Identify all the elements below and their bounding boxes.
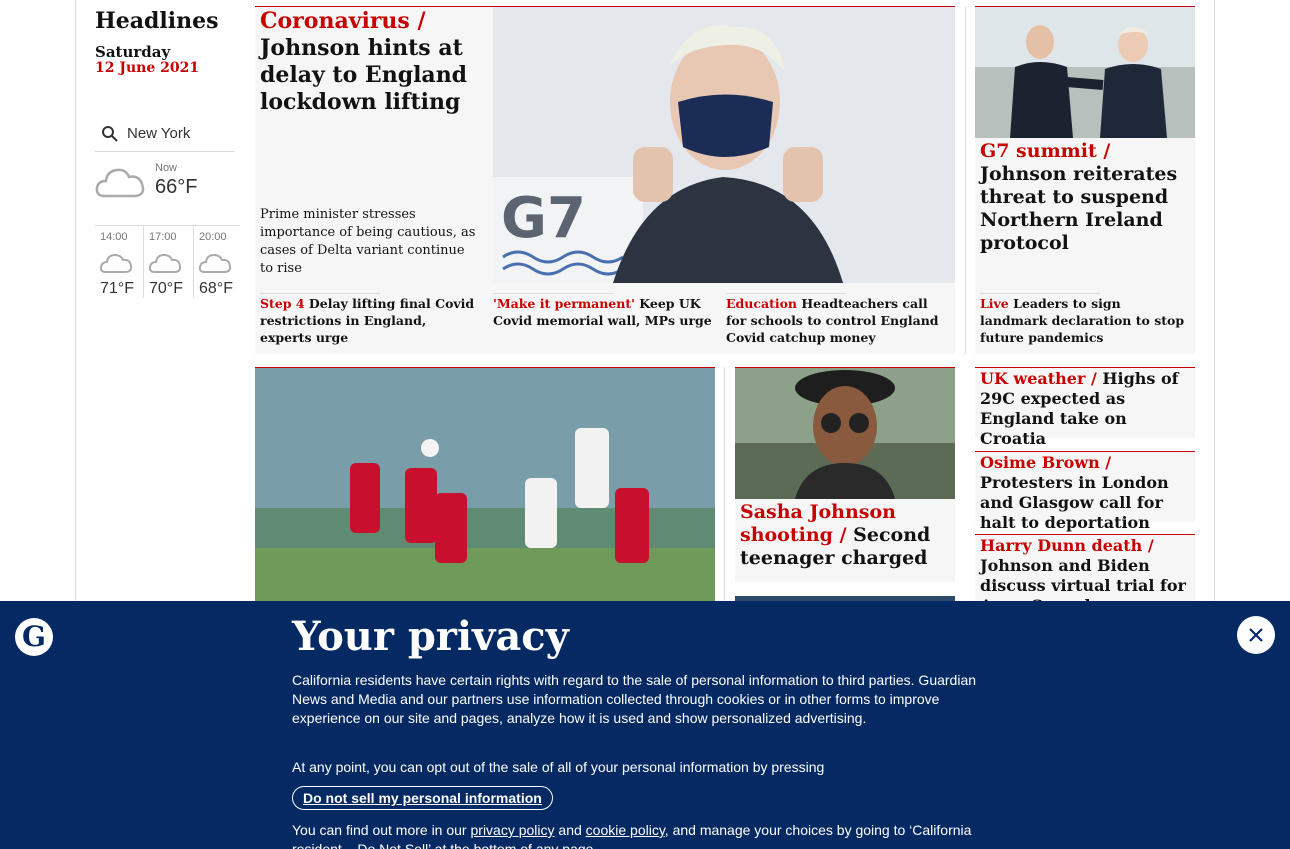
story-image-football[interactable] (255, 368, 715, 608)
guardian-logo-letter: G (22, 620, 46, 653)
headline-kicker: Osime Brown / (980, 453, 1112, 472)
cookie-policy-link[interactable]: cookie policy (586, 822, 665, 838)
weather-now-temp: 66°F (155, 176, 198, 198)
sublink-rule (726, 293, 846, 294)
sublink-kicker: 'Make it permanent' (493, 296, 635, 311)
forecast-time: 17:00 (149, 231, 177, 243)
do-not-sell-button[interactable]: Do not sell my personal information (292, 786, 553, 810)
banner-title: Your privacy (292, 613, 569, 660)
headline-kicker: G7 summit / (980, 140, 1111, 162)
forecast-temp: 68°F (199, 280, 233, 297)
forecast-temp: 70°F (149, 280, 183, 297)
column-divider (965, 7, 966, 354)
close-icon (1249, 628, 1263, 642)
sublink-kicker: Live (980, 296, 1009, 311)
cloud-icon (198, 253, 232, 273)
story-image-g7-leaders[interactable] (975, 7, 1195, 138)
sublink-education[interactable]: Education Headteachers call for schools … (726, 295, 950, 346)
g7-headline[interactable]: G7 summit / Johnson reiterates threat to… (980, 140, 1190, 255)
banner-text: California residents have certain rights… (292, 672, 977, 726)
sublink-kicker: Step 4 (260, 296, 305, 311)
headline-kicker: Coronavirus / (260, 8, 426, 34)
weather-forecast: 14:00 71°F 17:00 70°F 20:00 68°F (95, 225, 241, 298)
banner-text-part: and (558, 822, 582, 838)
banner-text: You can find out more in our privacy pol… (292, 821, 997, 849)
story-image-johnson-g7[interactable]: G7 (493, 7, 955, 283)
weather-location-search[interactable]: New York (95, 116, 235, 152)
weather-now-label: Now (155, 162, 178, 174)
forecast-time: 20:00 (199, 231, 227, 243)
search-icon (102, 125, 118, 142)
forecast-item: 20:00 68°F (193, 226, 241, 298)
sublink-memorial-wall[interactable]: 'Make it permanent' Keep UK Covid memori… (493, 295, 715, 329)
headline-kicker: Harry Dunn death / (980, 536, 1154, 555)
right-headline-osime-brown[interactable]: Osime Brown / Protesters in London and G… (980, 453, 1192, 533)
privacy-banner: G Your privacy California residents have… (0, 601, 1290, 849)
headline-kicker: UK weather / (980, 369, 1097, 388)
sublink-live[interactable]: Live Leaders to sign landmark declaratio… (980, 295, 1190, 346)
privacy-policy-link[interactable]: privacy policy (471, 822, 555, 838)
sublink-kicker: Education (726, 296, 798, 311)
headline-text: Protesters in London and Glasgow call fo… (980, 473, 1169, 532)
main-headline[interactable]: Coronavirus / Johnson hints at delay to … (260, 8, 490, 116)
weather-location: New York (127, 125, 191, 142)
sublink-rule (260, 293, 380, 294)
date-day: Saturday (95, 43, 171, 61)
forecast-item: 14:00 71°F (95, 226, 143, 298)
cloud-icon (99, 253, 133, 273)
sublink-step4[interactable]: Step 4 Delay lifting final Covid restric… (260, 295, 480, 346)
guardian-logo: G (15, 618, 53, 656)
date-full: 12 June 2021 (95, 60, 200, 76)
forecast-time: 14:00 (100, 231, 128, 243)
sublink-rule (493, 293, 613, 294)
sublink-text: Leaders to sign landmark declaration to … (980, 296, 1185, 345)
close-banner-button[interactable] (1237, 616, 1275, 654)
svg-text:G7: G7 (501, 186, 586, 251)
sublink-rule (980, 293, 1100, 294)
banner-text: At any point, you can opt out of the sal… (292, 759, 825, 775)
sasha-headline[interactable]: Sasha Johnson shooting / Second teenager… (740, 501, 950, 570)
guardian-homepage: Headlines Saturday 12 June 2021 New York… (0, 0, 1290, 849)
headline-text: Johnson hints at delay to England lockdo… (260, 35, 468, 115)
banner-text-part: You can find out more in our (292, 822, 467, 838)
section-title: Headlines (95, 8, 219, 34)
cloud-icon (95, 168, 145, 198)
column-divider (724, 367, 725, 607)
right-headline-weather[interactable]: UK weather / Highs of 29C expected as En… (980, 369, 1192, 449)
headline-text: Johnson reiterates threat to suspend Nor… (980, 163, 1178, 254)
main-standfirst: Prime minister stresses importance of be… (260, 207, 476, 276)
weather-now: Now 66°F (95, 160, 240, 220)
forecast-temp: 71°F (100, 280, 134, 297)
story-image-sasha-johnson[interactable] (735, 368, 955, 499)
forecast-item: 17:00 70°F (143, 226, 191, 298)
cloud-icon (148, 253, 182, 273)
